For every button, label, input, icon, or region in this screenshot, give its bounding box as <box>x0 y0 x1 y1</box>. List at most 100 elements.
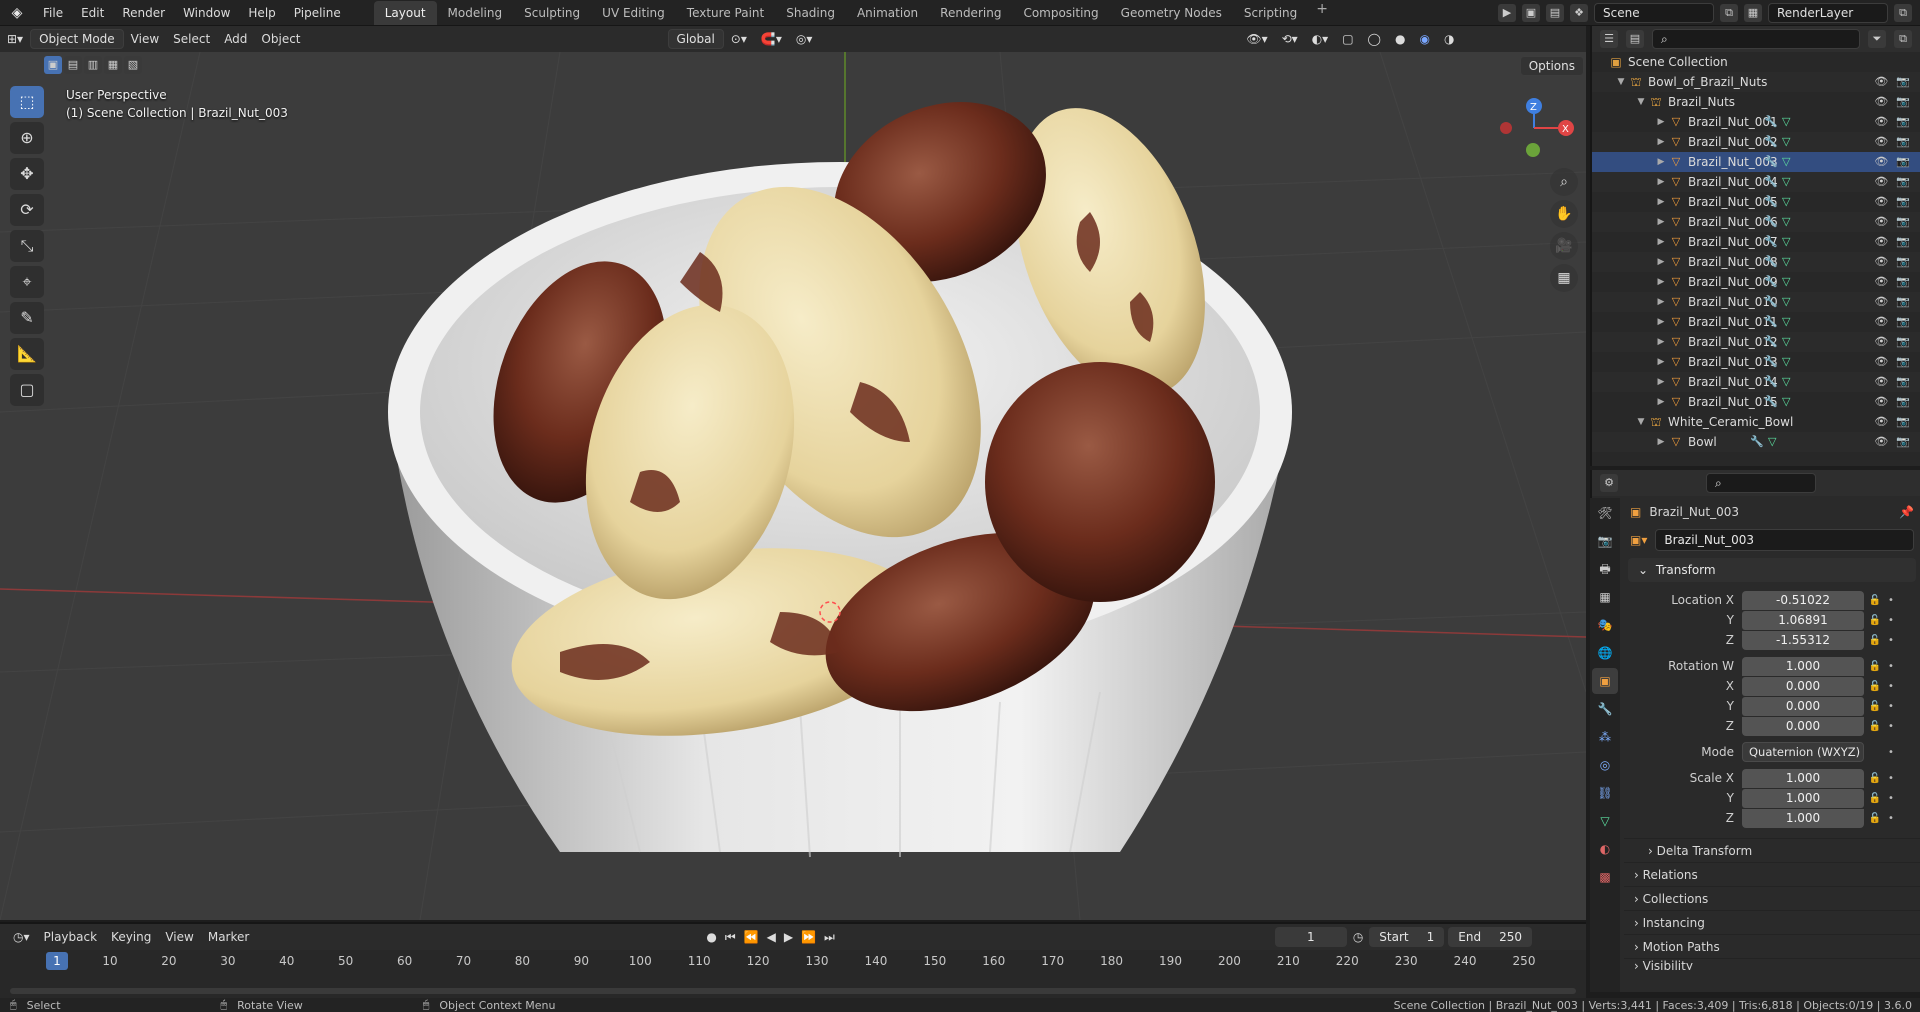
pivot-icon[interactable]: ⊙▾ <box>724 29 754 49</box>
menu-marker[interactable]: Marker <box>201 927 256 947</box>
eye-icon[interactable]: 👁 <box>1874 212 1888 232</box>
tab-shading[interactable]: Shading <box>775 1 846 25</box>
camera-icon[interactable]: 📷 <box>1896 392 1910 412</box>
mesh-data-icon[interactable]: ▽ <box>1782 152 1790 172</box>
new-collection-icon[interactable]: ⧉ <box>1894 30 1912 48</box>
mesh-data-icon[interactable]: ▽ <box>1782 352 1790 372</box>
eye-icon[interactable]: 👁 <box>1874 432 1888 452</box>
location-z-field[interactable]: -1.55312 <box>1742 630 1864 650</box>
add-workspace-button[interactable]: + <box>1308 1 1336 25</box>
ortho-grid-icon[interactable]: ▦ <box>1550 264 1578 292</box>
motion-paths-panel[interactable]: › Motion Paths <box>1624 934 1920 958</box>
object-name-field[interactable]: Brazil_Nut_003 <box>1655 529 1914 551</box>
next-keyframe-icon[interactable]: ⏩ <box>801 930 816 945</box>
options-dropdown[interactable]: Options <box>1519 56 1584 76</box>
tree-row-nut[interactable]: ▶ ▽ Brazil_Nut_006 🔧 ▽ 👁 📷 <box>1592 212 1920 232</box>
world-tab-icon[interactable]: 🌐 <box>1592 640 1618 666</box>
chevron-right-icon[interactable]: ▶ <box>1654 112 1668 132</box>
keyframe-dot-icon[interactable]: • <box>1886 615 1896 626</box>
chevron-right-icon[interactable]: ▶ <box>1654 372 1668 392</box>
eye-icon[interactable]: 👁 <box>1874 192 1888 212</box>
tree-row-nut[interactable]: ▶ ▽ Brazil_Nut_008 🔧 ▽ 👁 📷 <box>1592 252 1920 272</box>
chevron-down-icon[interactable]: ▼ <box>1634 92 1648 112</box>
tab-rendering[interactable]: Rendering <box>929 1 1012 25</box>
scale-tool-icon[interactable]: ⤡ <box>10 230 44 262</box>
modifier-wrench-icon[interactable]: 🔧 <box>1764 132 1778 152</box>
camera-icon[interactable]: 📷 <box>1896 272 1910 292</box>
tab-layout[interactable]: Layout <box>373 0 437 25</box>
camera-icon[interactable]: 📷 <box>1896 92 1910 112</box>
end-frame-field[interactable]: End 250 <box>1448 927 1532 947</box>
editor-type-icon[interactable]: ⊞▾ <box>0 29 30 49</box>
lock-icon[interactable]: 🔓 <box>1864 681 1886 692</box>
mesh-data-icon[interactable]: ▽ <box>1782 392 1790 412</box>
menu-select[interactable]: Select <box>166 29 217 49</box>
mesh-data-icon[interactable]: ▽ <box>1782 272 1790 292</box>
menu-render[interactable]: Render <box>113 0 174 26</box>
start-frame-field[interactable]: Start 1 <box>1369 927 1445 947</box>
tree-row-nut[interactable]: ▶ ▽ Brazil_Nut_002 🔧 ▽ 👁 📷 <box>1592 132 1920 152</box>
tree-row-nut[interactable]: ▶ ▽ Brazil_Nut_001 🔧 ▽ 👁 📷 <box>1592 112 1920 132</box>
mesh-data-icon[interactable]: ▽ <box>1782 332 1790 352</box>
tree-row-nut[interactable]: ▶ ▽ Brazil_Nut_014 🔧 ▽ 👁 📷 <box>1592 372 1920 392</box>
camera-icon[interactable]: 📷 <box>1896 312 1910 332</box>
chevron-right-icon[interactable]: ▶ <box>1654 212 1668 232</box>
camera-icon[interactable]: 📷 <box>1896 112 1910 132</box>
tab-geometry-nodes[interactable]: Geometry Nodes <box>1110 1 1233 25</box>
scale-z-field[interactable]: 1.000 <box>1742 808 1864 828</box>
eye-icon[interactable]: 👁 <box>1874 372 1888 392</box>
modifier-wrench-icon[interactable]: 🔧 <box>1764 352 1778 372</box>
chevron-right-icon[interactable]: ▶ <box>1654 352 1668 372</box>
select-new-icon[interactable]: ▣ <box>44 56 62 74</box>
rotation-z-field[interactable]: 0.000 <box>1742 716 1864 736</box>
mesh-data-icon[interactable]: ▽ <box>1782 372 1790 392</box>
menu-edit[interactable]: Edit <box>72 0 113 26</box>
modifier-wrench-icon[interactable]: 🔧 <box>1764 232 1778 252</box>
properties-search-input[interactable]: ⌕ <box>1706 473 1816 493</box>
mesh-data-icon[interactable]: ▽ <box>1782 212 1790 232</box>
texture-tab-icon[interactable]: ▩ <box>1592 864 1618 890</box>
keyframe-dot-icon[interactable]: • <box>1886 701 1896 712</box>
rotation-w-field[interactable]: 1.000 <box>1742 656 1864 676</box>
view-layer-field[interactable]: RenderLayer <box>1768 3 1888 23</box>
camera-view-icon[interactable]: 🎥 <box>1550 232 1578 260</box>
tree-row-nut[interactable]: ▶ ▽ Brazil_Nut_011 🔧 ▽ 👁 📷 <box>1592 312 1920 332</box>
lock-icon[interactable]: 🔓 <box>1864 595 1886 606</box>
instancing-panel[interactable]: › Instancing <box>1624 910 1920 934</box>
play-icon[interactable]: ▶ <box>784 930 793 945</box>
tab-modeling[interactable]: Modeling <box>437 1 514 25</box>
output-tab-icon[interactable]: 🖶 <box>1592 556 1618 582</box>
mesh-data-icon[interactable]: ▽ <box>1782 252 1790 272</box>
modifier-tab-icon[interactable]: 🔧 <box>1592 696 1618 722</box>
chevron-right-icon[interactable]: ▶ <box>1654 192 1668 212</box>
tree-row-nut[interactable]: ▶ ▽ Brazil_Nut_009 🔧 ▽ 👁 📷 <box>1592 272 1920 292</box>
modifier-wrench-icon[interactable]: 🔧 <box>1764 332 1778 352</box>
pin-icon[interactable]: 📌 <box>1899 505 1914 519</box>
chevron-right-icon[interactable]: ▶ <box>1654 252 1668 272</box>
object-mode-dropdown[interactable]: Object Mode <box>30 29 124 49</box>
tree-row-nut[interactable]: ▶ ▽ Brazil_Nut_003 🔧 ▽ 👁 📷 <box>1592 152 1920 172</box>
tree-row-nut[interactable]: ▶ ▽ Brazil_Nut_015 🔧 ▽ 👁 📷 <box>1592 392 1920 412</box>
keyframe-dot-icon[interactable]: • <box>1886 595 1896 606</box>
keyframe-dot-icon[interactable]: • <box>1886 793 1896 804</box>
tree-row-nuts-collection[interactable]: ▼ ⛫ Brazil_Nuts 👁 📷 <box>1592 92 1920 112</box>
eye-icon[interactable]: 👁 <box>1874 232 1888 252</box>
proportional-edit-icon[interactable]: ◎▾ <box>789 29 820 49</box>
navigation-gizmo[interactable]: Z X <box>1488 92 1578 162</box>
eye-icon[interactable]: 👁 <box>1874 172 1888 192</box>
tab-compositing[interactable]: Compositing <box>1012 1 1109 25</box>
new-scene-icon[interactable]: ⧉ <box>1720 4 1738 22</box>
play-reverse-icon[interactable]: ◀ <box>767 930 776 945</box>
shading-wireframe-icon[interactable]: ◯ <box>1361 29 1388 49</box>
camera-icon[interactable]: 📷 <box>1896 212 1910 232</box>
overlay-toggle-icon[interactable]: ◐▾ <box>1305 29 1336 49</box>
scale-x-field[interactable]: 1.000 <box>1742 768 1864 788</box>
move-tool-icon[interactable]: ✥ <box>10 158 44 190</box>
eye-icon[interactable]: 👁 <box>1874 352 1888 372</box>
keyframe-dot-icon[interactable]: • <box>1886 661 1896 672</box>
eye-icon[interactable]: 👁 <box>1874 412 1888 432</box>
tree-row-ceramic-collection[interactable]: ▼ ⛫ White_Ceramic_Bowl 👁 📷 <box>1592 412 1920 432</box>
gizmo-toggle-icon[interactable]: ⟲▾ <box>1275 29 1305 49</box>
jump-end-icon[interactable]: ⏭ <box>824 930 835 945</box>
rotate-tool-icon[interactable]: ⟳ <box>10 194 44 226</box>
